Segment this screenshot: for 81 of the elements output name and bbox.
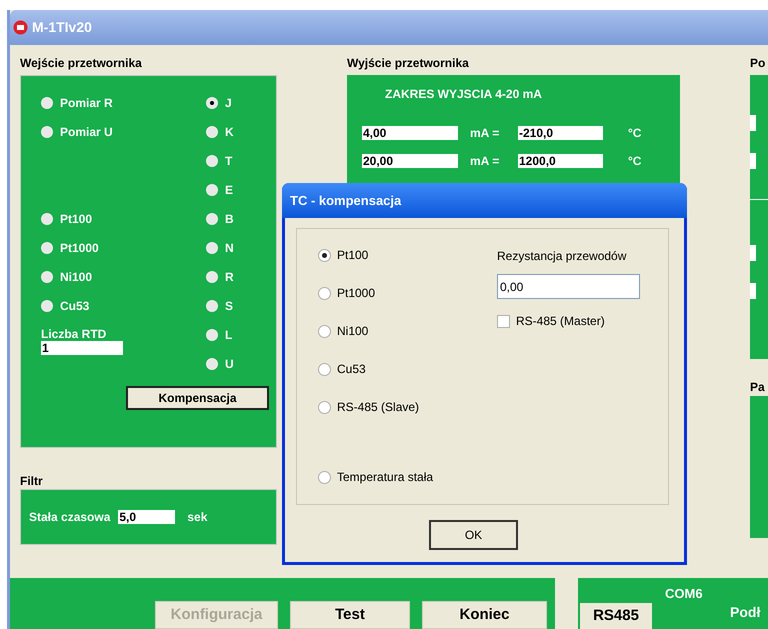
input-field[interactable] bbox=[750, 283, 756, 299]
radio-label: Pt1000 bbox=[60, 240, 99, 256]
radio-label: R bbox=[225, 268, 234, 286]
radio-label: Cu53 bbox=[60, 298, 90, 314]
section-title: Wejście przetwornika bbox=[20, 55, 143, 72]
rtd-count-field[interactable]: 1 bbox=[41, 341, 123, 355]
radio-button[interactable] bbox=[206, 270, 218, 282]
section-title: Po bbox=[750, 55, 766, 72]
connection-status: Podł bbox=[730, 603, 760, 622]
input-field[interactable] bbox=[750, 153, 756, 169]
action-button[interactable]: Test bbox=[290, 601, 410, 629]
radio-button[interactable] bbox=[318, 324, 331, 338]
radio-button[interactable] bbox=[206, 184, 218, 196]
radio-label: Cu53 bbox=[337, 361, 366, 378]
compensation-button[interactable]: Kompensacja bbox=[126, 386, 269, 410]
unit-label: sek bbox=[187, 509, 208, 526]
field-label: Liczba RTD bbox=[41, 327, 108, 341]
temperature-field[interactable]: 1200,0 bbox=[518, 154, 603, 168]
temperature-field[interactable]: -210,0 bbox=[518, 126, 603, 140]
radio-button[interactable] bbox=[318, 400, 331, 414]
unit-label: °C bbox=[628, 125, 642, 142]
radio-label: Pomiar R bbox=[60, 94, 113, 112]
radio-button[interactable] bbox=[206, 96, 218, 108]
time-constant-field[interactable]: 5,0 bbox=[118, 510, 176, 524]
range-label: ZAKRES WYJSCIA 4-20 mA bbox=[385, 86, 543, 103]
action-button[interactable]: Koniec bbox=[422, 601, 547, 629]
port-name: COM6 bbox=[665, 585, 703, 603]
radio-label: B bbox=[225, 210, 234, 228]
radio-label: Ni100 bbox=[337, 323, 368, 340]
radio-label: RS-485 (Slave) bbox=[337, 399, 420, 416]
section-title: Pa bbox=[750, 379, 766, 396]
radio-label: L bbox=[225, 326, 232, 344]
radio-button[interactable] bbox=[206, 126, 218, 138]
radio-button[interactable] bbox=[41, 270, 53, 282]
field-label: Rezystancja przewodów bbox=[497, 248, 628, 265]
radio-label: N bbox=[225, 240, 234, 256]
radio-button[interactable] bbox=[206, 212, 218, 224]
radio-label: Pt100 bbox=[337, 247, 368, 264]
dialog-title: TC - kompensacja bbox=[290, 192, 402, 210]
radio-button[interactable] bbox=[41, 126, 53, 138]
rs485-button[interactable]: RS485 bbox=[580, 603, 652, 629]
radio-label: Ni100 bbox=[60, 268, 92, 286]
radio-button[interactable] bbox=[41, 96, 53, 108]
radio-button[interactable] bbox=[206, 358, 218, 370]
section-title: Wyjście przetwornika bbox=[347, 55, 470, 72]
radio-button[interactable] bbox=[318, 286, 331, 300]
unit-label: mA = bbox=[470, 125, 500, 142]
radio-button[interactable] bbox=[318, 248, 331, 262]
radio-label: Pomiar U bbox=[60, 124, 113, 140]
radio-label: T bbox=[225, 152, 232, 170]
radio-button[interactable] bbox=[41, 300, 53, 312]
radio-button[interactable] bbox=[41, 242, 53, 254]
radio-button[interactable] bbox=[206, 328, 218, 340]
unit-label: °C bbox=[628, 153, 642, 170]
checkbox-label: RS-485 (Master) bbox=[516, 313, 605, 330]
current-field[interactable]: 20,00 bbox=[362, 154, 458, 168]
radio-label: Pt1000 bbox=[337, 285, 376, 302]
radio-button[interactable] bbox=[206, 154, 218, 166]
resistance-field[interactable]: 0,00 bbox=[497, 274, 640, 299]
unit-label: mA = bbox=[470, 153, 500, 170]
radio-label: E bbox=[225, 182, 234, 198]
field-label: Stała czasowa bbox=[29, 509, 110, 526]
input-field[interactable] bbox=[750, 115, 756, 131]
radio-button[interactable] bbox=[41, 212, 53, 224]
radio-button[interactable] bbox=[206, 300, 218, 312]
radio-button[interactable] bbox=[318, 470, 331, 484]
section-title: Filtr bbox=[20, 473, 44, 489]
radio-button[interactable] bbox=[318, 362, 331, 376]
current-field[interactable]: 4,00 bbox=[362, 126, 458, 140]
ok-button[interactable]: OK bbox=[429, 520, 518, 550]
radio-label: J bbox=[225, 94, 232, 112]
input-field[interactable] bbox=[750, 245, 756, 261]
radio-label: K bbox=[225, 124, 234, 140]
radio-label: Pt100 bbox=[60, 210, 92, 228]
radio-label: Temperatura stała bbox=[337, 469, 434, 486]
radio-label: S bbox=[225, 298, 234, 314]
app-logo-icon bbox=[13, 20, 28, 35]
window-title: M-1TIv20 bbox=[32, 18, 92, 37]
checkbox[interactable] bbox=[497, 314, 510, 328]
radio-label: U bbox=[225, 356, 234, 372]
radio-button[interactable] bbox=[206, 242, 218, 254]
